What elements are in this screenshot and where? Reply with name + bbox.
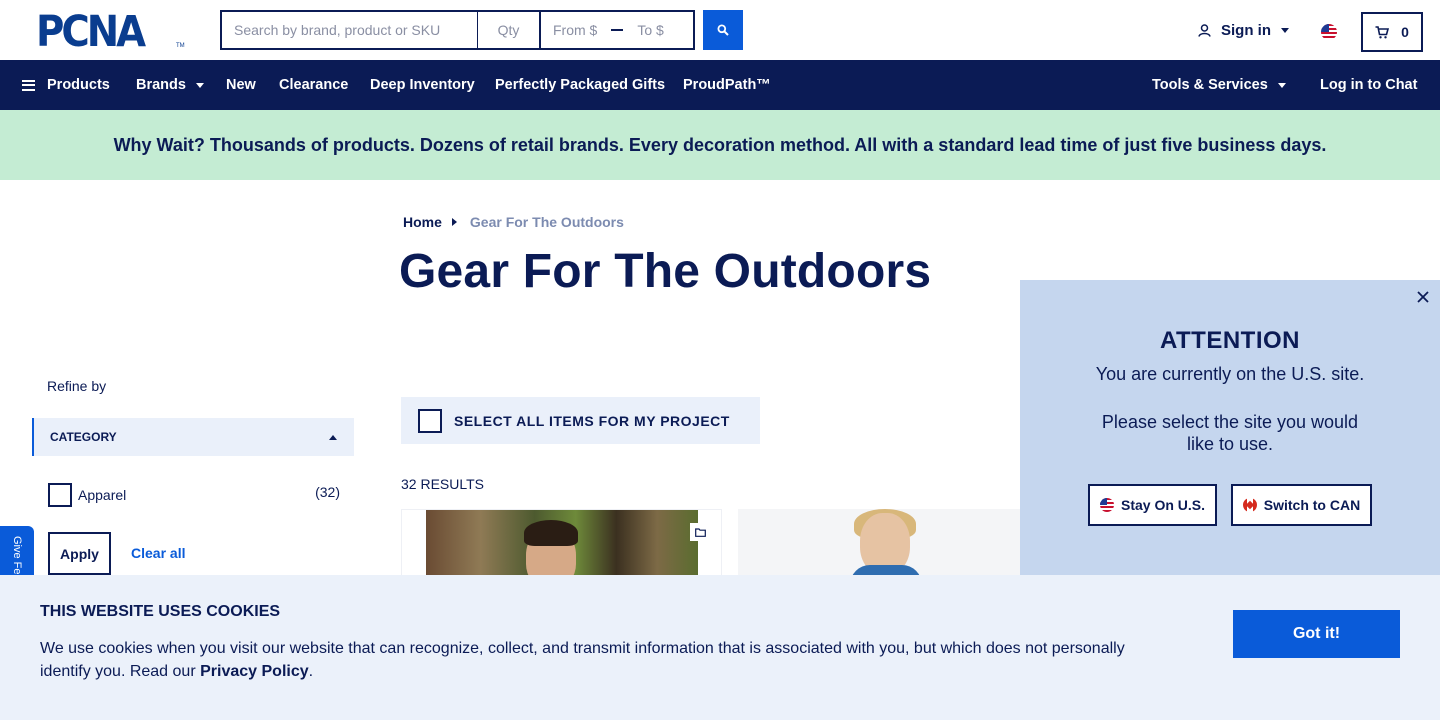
nav-tools-services[interactable]: Tools & Services [1152, 60, 1286, 110]
privacy-policy-link[interactable]: Privacy Policy [200, 663, 309, 680]
category-facet-header[interactable]: CATEGORY [32, 418, 354, 456]
nav-products-label: Products [47, 77, 110, 93]
price-range: From $ To $ [540, 10, 695, 50]
top-header: PCNA TM Search by brand, product or SKU … [0, 0, 1440, 60]
logo-wordmark: PCNA [36, 7, 146, 57]
switch-to-can-label: Switch to CAN [1263, 497, 1361, 513]
folder-icon [694, 527, 706, 537]
nav-brands-label: Brands [136, 77, 186, 93]
select-all-label: SELECT ALL ITEMS FOR MY PROJECT [454, 412, 730, 429]
qty-input[interactable]: Qty [478, 10, 540, 50]
chevron-down-icon [1277, 82, 1286, 88]
site-selection-modal: ATTENTION You are currently on the U.S. … [1020, 280, 1440, 580]
nav-products[interactable]: Products [22, 60, 110, 110]
chevron-down-icon [1281, 28, 1289, 33]
refine-by-label: Refine by [47, 378, 107, 394]
promo-banner: Why Wait? Thousands of products. Dozens … [0, 110, 1440, 180]
nav-clearance[interactable]: Clearance [279, 60, 348, 110]
facet-option-apparel[interactable]: Apparel (32) [48, 483, 340, 507]
us-flag-icon [1099, 498, 1114, 512]
facet-label: Apparel [78, 487, 127, 503]
switch-to-can-button[interactable]: Switch to CAN [1231, 484, 1372, 526]
cookie-title: THIS WEBSITE USES COOKIES [40, 603, 281, 620]
add-to-project-icon[interactable] [690, 523, 710, 541]
select-all-checkbox[interactable] [418, 408, 442, 433]
cart-count: 0 [1401, 24, 1409, 40]
modal-title: ATTENTION [1159, 327, 1301, 354]
facet-count: (32) [315, 484, 340, 500]
pcna-logo[interactable]: PCNA TM [36, 7, 186, 57]
product-card[interactable] [401, 509, 722, 580]
promo-text: Why Wait? Thousands of products. Dozens … [113, 134, 1327, 155]
nav-proudpath[interactable]: ProudPath™ [683, 60, 771, 110]
user-icon [1198, 24, 1211, 37]
logo-trademark: TM [176, 43, 185, 49]
nav-tools-label: Tools & Services [1152, 77, 1268, 93]
chevron-down-icon [195, 82, 204, 88]
stay-on-us-button[interactable]: Stay On U.S. [1088, 484, 1217, 526]
product-card[interactable] [738, 509, 1028, 579]
page-title: Gear For The Outdoors [399, 245, 932, 298]
canada-flag-icon [1242, 498, 1257, 512]
breadcrumb-home[interactable]: Home [403, 214, 442, 230]
select-all-for-project[interactable]: SELECT ALL ITEMS FOR MY PROJECT [401, 397, 760, 444]
nav-new[interactable]: New [226, 60, 256, 110]
menu-icon [22, 79, 35, 91]
category-facet-label: CATEGORY [50, 430, 117, 444]
search-icon [717, 24, 729, 36]
nav-chat-login[interactable]: Log in to Chat [1320, 60, 1417, 110]
price-to-input[interactable]: To $ [637, 22, 663, 38]
close-icon[interactable] [1416, 290, 1430, 304]
clear-all-link[interactable]: Clear all [131, 545, 185, 561]
cart-icon [1375, 25, 1390, 38]
search-button[interactable] [703, 10, 743, 50]
modal-message: You are currently on the U.S. site. [1095, 364, 1365, 384]
search-input[interactable]: Search by brand, product or SKU [220, 10, 478, 50]
sign-in-menu[interactable]: Sign in [1198, 22, 1289, 39]
chevron-right-icon [451, 218, 457, 226]
breadcrumb: Home Gear For The Outdoors [403, 214, 624, 230]
modal-prompt: Please select the site you would like to… [1101, 412, 1359, 454]
cart-button[interactable]: 0 [1361, 12, 1423, 52]
us-flag-icon[interactable] [1321, 24, 1337, 40]
search-group: Search by brand, product or SKU Qty From… [220, 10, 695, 50]
product-image[interactable] [426, 510, 698, 580]
price-range-dash [611, 29, 624, 31]
nav-deep-inventory[interactable]: Deep Inventory [370, 60, 475, 110]
facet-checkbox[interactable] [48, 483, 72, 507]
price-from-input[interactable]: From $ [553, 22, 597, 38]
cookie-text: We use cookies when you visit our websit… [40, 637, 1150, 683]
stay-on-us-label: Stay On U.S. [1120, 497, 1206, 513]
chevron-up-icon [329, 435, 337, 440]
results-count: 32 RESULTS [401, 476, 484, 492]
accept-cookies-button[interactable]: Got it! [1233, 610, 1400, 658]
model-hair [524, 520, 578, 546]
cookie-banner: THIS WEBSITE USES COOKIES We use cookies… [0, 575, 1440, 720]
main-nav: Products Brands New Clearance Deep Inven… [0, 60, 1440, 110]
nav-gifts[interactable]: Perfectly Packaged Gifts [495, 60, 665, 110]
nav-brands[interactable]: Brands [136, 60, 204, 110]
breadcrumb-current: Gear For The Outdoors [469, 214, 624, 230]
cookie-period: . [308, 663, 314, 680]
sign-in-label: Sign in [1221, 22, 1271, 39]
apply-filters-button[interactable]: Apply [48, 532, 111, 575]
